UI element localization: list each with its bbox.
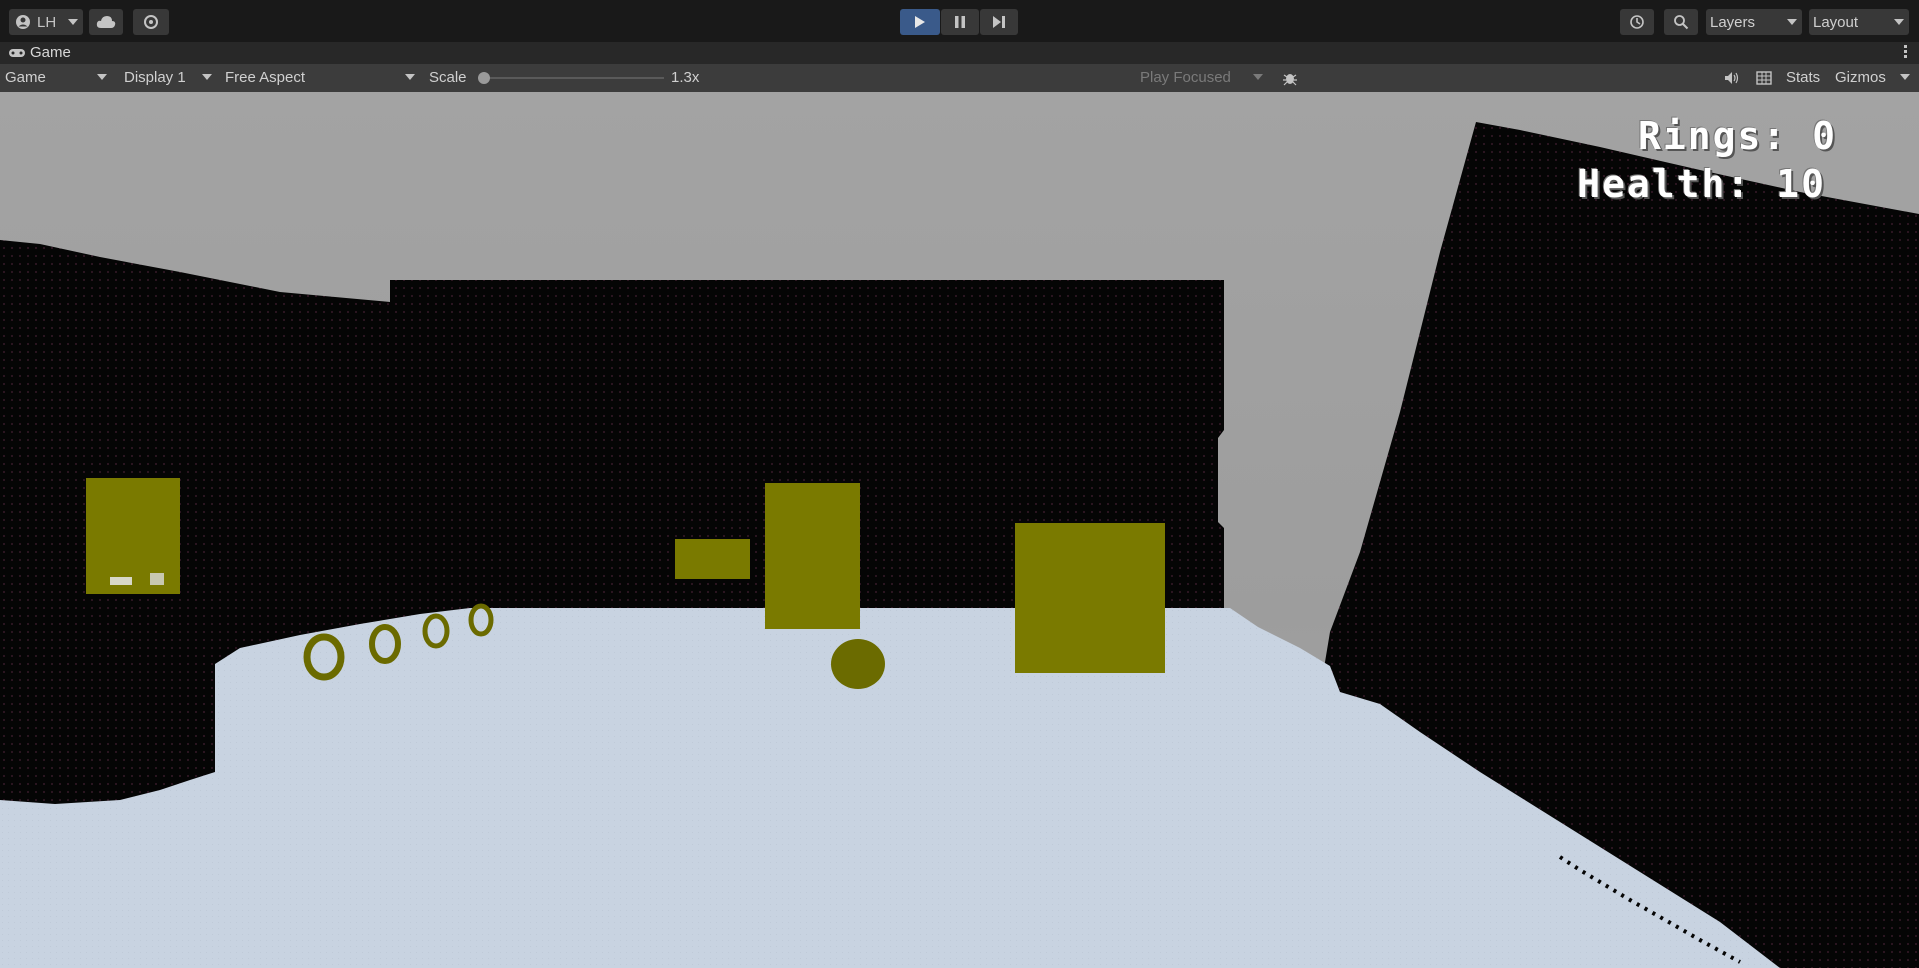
chevron-down-icon (202, 74, 212, 80)
yellow-block-right (1015, 523, 1165, 673)
bug-icon (1283, 74, 1297, 86)
game-viewport[interactable]: Rings: 0 Health: 10 (0, 92, 1919, 968)
grid-icon (1756, 71, 1772, 85)
pause-icon (955, 16, 965, 28)
step-icon (993, 16, 1005, 28)
play-icon (915, 16, 925, 28)
layout-label: Layout (1813, 13, 1859, 31)
tab-bar: Game (0, 42, 1919, 64)
step-button[interactable] (980, 9, 1018, 35)
cloud-icon (96, 16, 116, 28)
play-button[interactable] (900, 9, 940, 35)
display-dropdown[interactable]: Display 1 (119, 66, 217, 88)
chevron-down-icon (1787, 19, 1797, 25)
play-mode-label: Play Focused (1140, 68, 1231, 86)
health-counter: Health: 10 (1577, 162, 1826, 206)
account-label: LH (37, 13, 57, 31)
tab-title: Game (30, 44, 71, 61)
mode-dropdown[interactable]: Game (0, 66, 112, 88)
main-toolbar: LH Layers Layout (0, 0, 1919, 43)
chevron-down-icon (1900, 74, 1910, 80)
block-decal (150, 573, 164, 585)
chevron-down-icon (97, 74, 107, 80)
gizmos-dropdown[interactable]: Gizmos (1830, 66, 1915, 88)
search-icon (1674, 15, 1689, 30)
aspect-dropdown[interactable]: Free Aspect (220, 66, 420, 88)
chevron-down-icon (405, 74, 415, 80)
more-icon[interactable] (1904, 45, 1907, 59)
yellow-block-left (86, 478, 180, 594)
yellow-pillar (765, 483, 860, 629)
scale-slider-track[interactable] (484, 77, 664, 79)
game-scene (0, 92, 1919, 968)
mute-icon (1725, 72, 1739, 84)
gizmos-label: Gizmos (1835, 68, 1886, 86)
tab-game[interactable]: Game (8, 44, 71, 61)
layers-label: Layers (1710, 13, 1756, 31)
block-decal (110, 577, 132, 585)
rings-counter: Rings: 0 (1637, 114, 1837, 158)
chevron-down-icon (1253, 74, 1263, 80)
debug-button[interactable] (1276, 67, 1304, 89)
cloud-button[interactable] (89, 9, 123, 35)
collab-icon (144, 15, 158, 29)
aspect-label: Free Aspect (225, 68, 306, 86)
stats-button[interactable]: Stats (1786, 69, 1820, 86)
scale-value: 1.3x (671, 69, 700, 86)
scale-label: Scale (429, 69, 467, 86)
scale-slider-handle[interactable] (478, 72, 490, 84)
chevron-down-icon (68, 19, 78, 25)
account-dropdown[interactable]: LH (9, 9, 83, 35)
mode-label: Game (5, 68, 46, 86)
history-icon (1630, 15, 1644, 29)
search-button[interactable] (1664, 9, 1698, 35)
collab-button[interactable] (133, 9, 169, 35)
yellow-ball (831, 639, 885, 689)
chevron-down-icon (1894, 19, 1904, 25)
pause-button[interactable] (941, 9, 979, 35)
yellow-block-small (675, 539, 750, 579)
account-icon (16, 15, 30, 29)
grid-button[interactable] (1752, 67, 1776, 89)
layout-dropdown[interactable]: Layout (1809, 9, 1909, 35)
mute-audio-button[interactable] (1720, 67, 1744, 89)
display-label: Display 1 (124, 68, 186, 86)
gamepad-icon (9, 48, 25, 57)
layers-dropdown[interactable]: Layers (1706, 9, 1802, 35)
history-button[interactable] (1620, 9, 1654, 35)
game-view-toolbar: Game Display 1 Free Aspect Scale 1.3x Pl… (0, 64, 1919, 93)
play-mode-dropdown[interactable]: Play Focused (1135, 66, 1268, 88)
